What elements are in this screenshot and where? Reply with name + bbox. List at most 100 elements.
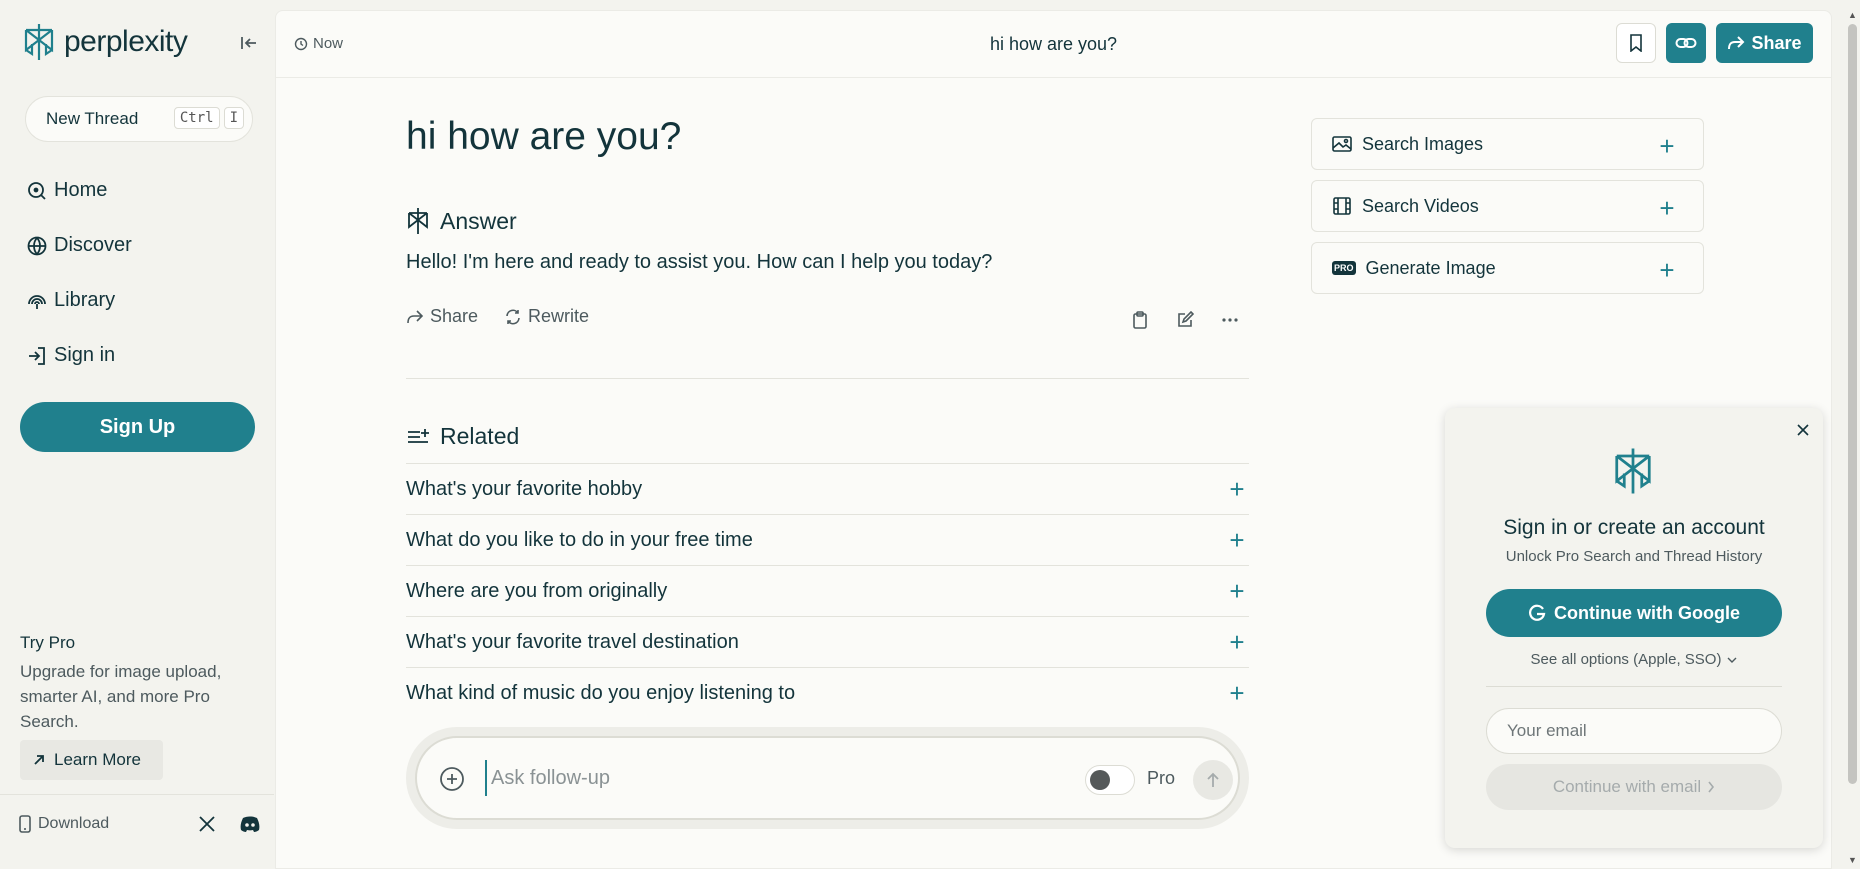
- popover-subtitle: Unlock Pro Search and Thread History: [1505, 548, 1763, 565]
- toggle-knob: [1090, 770, 1110, 790]
- attach-button[interactable]: [439, 766, 465, 792]
- plus-icon: +: [1229, 626, 1245, 657]
- refresh-icon: [504, 308, 522, 326]
- nav-library[interactable]: Library: [26, 289, 115, 312]
- share-arrow-icon: [406, 309, 424, 325]
- generate-image-card[interactable]: PRO Generate Image +: [1311, 242, 1704, 294]
- see-all-options-link[interactable]: See all options (Apple, SSO): [1445, 651, 1823, 668]
- discord-icon[interactable]: [239, 815, 261, 833]
- thread-question: hi how are you?: [406, 115, 682, 158]
- related-heading: Related: [406, 423, 519, 450]
- related-item[interactable]: What do you like to do in your free time…: [406, 514, 1249, 565]
- share-icon: [1727, 35, 1745, 51]
- nav-sign-in[interactable]: Sign in: [26, 344, 115, 367]
- plus-icon: +: [1229, 575, 1245, 606]
- globe-icon: [26, 235, 48, 257]
- share-answer-label: Share: [430, 306, 479, 326]
- new-thread-label: New Thread: [46, 109, 139, 128]
- rewrite-label: Rewrite: [528, 306, 590, 326]
- all-options-label: See all options (Apple, SSO): [1530, 651, 1722, 668]
- copy-button[interactable]: [1128, 308, 1152, 332]
- related-item[interactable]: What's your favorite hobby +: [406, 463, 1249, 514]
- scroll-down-arrow-icon[interactable]: ▼: [1848, 855, 1857, 865]
- try-pro-title: Try Pro: [20, 633, 76, 652]
- send-button[interactable]: [1193, 760, 1233, 800]
- learn-more-button[interactable]: Learn More: [20, 740, 163, 780]
- share-answer-button[interactable]: Share: [406, 306, 478, 327]
- edit-button[interactable]: [1173, 308, 1197, 332]
- pro-toggle[interactable]: [1085, 765, 1135, 795]
- perplexity-logo-icon: [22, 22, 56, 62]
- logo[interactable]: perplexity: [22, 22, 188, 62]
- related-item-label: What kind of music do you enjoy listenin…: [406, 681, 796, 704]
- bookmark-button[interactable]: [1616, 23, 1656, 63]
- related-item-label: Where are you from originally: [406, 579, 668, 602]
- image-icon: [1332, 135, 1352, 153]
- copy-link-button[interactable]: [1666, 23, 1706, 63]
- related-list-icon: [406, 427, 430, 447]
- followup-box: Pro: [415, 736, 1240, 820]
- email-field[interactable]: [1486, 708, 1782, 754]
- sign-in-popover: Sign in or create an account Unlock Pro …: [1445, 408, 1823, 848]
- answer-actions: Share Rewrite: [406, 306, 589, 327]
- related-item-label: What's your favorite travel destination: [406, 630, 739, 653]
- related-item[interactable]: What kind of music do you enjoy listenin…: [406, 667, 1249, 718]
- followup-input[interactable]: [485, 760, 1045, 796]
- film-icon: [1332, 197, 1352, 215]
- plus-icon: +: [1659, 255, 1675, 285]
- arrow-up-right-icon: [32, 753, 46, 767]
- scroll-thumb[interactable]: [1848, 24, 1857, 784]
- nav-library-label: Library: [54, 289, 116, 311]
- continue-with-email-button[interactable]: Continue with email: [1486, 764, 1782, 810]
- related-list: What's your favorite hobby + What do you…: [406, 463, 1249, 718]
- popover-title: Sign in or create an account: [1503, 516, 1765, 539]
- kbd-i: I: [223, 107, 244, 129]
- nav-home-label: Home: [54, 179, 108, 201]
- nav-discover[interactable]: Discover: [26, 234, 132, 257]
- generate-image-label: Generate Image: [1365, 257, 1496, 278]
- thread-title: hi how are you?: [989, 34, 1118, 54]
- plus-circle-icon: [439, 766, 465, 792]
- search-images-card[interactable]: Search Images +: [1311, 118, 1704, 170]
- share-thread-button[interactable]: Share: [1716, 23, 1813, 63]
- answer-heading: Answer: [406, 207, 517, 235]
- clipboard-icon: [1132, 311, 1148, 329]
- download-link[interactable]: Download: [18, 815, 109, 833]
- nav-sign-in-label: Sign in: [54, 344, 116, 366]
- kbd-ctrl: Ctrl: [173, 107, 220, 129]
- edit-icon: [1176, 311, 1194, 329]
- sign-up-button[interactable]: Sign Up: [20, 402, 255, 452]
- continue-with-google-button[interactable]: Continue with Google: [1486, 589, 1782, 637]
- perplexity-answer-icon: [406, 207, 430, 235]
- new-thread-button[interactable]: New Thread Ctrl I: [25, 96, 253, 142]
- google-icon: [1528, 604, 1546, 622]
- more-options-button[interactable]: [1218, 308, 1242, 332]
- sidebar: perplexity New Thread Ctrl I Home Discov…: [0, 0, 274, 869]
- related-item[interactable]: What's your favorite travel destination …: [406, 616, 1249, 667]
- thread-header: Now hi how are you? Share: [276, 11, 1831, 78]
- x-twitter-icon[interactable]: [198, 815, 216, 833]
- google-button-label: Continue with Google: [1554, 602, 1740, 623]
- more-horizontal-icon: [1222, 318, 1238, 322]
- plus-icon: +: [1229, 524, 1245, 555]
- chevron-right-icon: [1707, 781, 1715, 793]
- home-search-icon: [26, 180, 48, 202]
- pro-badge: PRO: [1332, 261, 1356, 275]
- scroll-up-arrow-icon[interactable]: ▲: [1848, 10, 1857, 20]
- rewrite-button[interactable]: Rewrite: [504, 306, 589, 327]
- bookmark-icon: [1629, 34, 1643, 52]
- nav-discover-label: Discover: [54, 234, 132, 256]
- popover-divider: [1486, 686, 1782, 687]
- close-button[interactable]: [1793, 420, 1813, 440]
- search-videos-card[interactable]: Search Videos +: [1311, 180, 1704, 232]
- related-item[interactable]: Where are you from originally +: [406, 565, 1249, 616]
- plus-icon: +: [1659, 193, 1675, 223]
- plus-icon: +: [1229, 677, 1245, 708]
- search-images-label: Search Images: [1362, 133, 1484, 154]
- collapse-sidebar-button[interactable]: [236, 32, 262, 54]
- link-icon: [1675, 35, 1697, 51]
- nav-home[interactable]: Home: [26, 179, 107, 202]
- chevron-down-icon: [1727, 656, 1737, 664]
- page-scrollbar[interactable]: ▲ ▼: [1845, 10, 1860, 869]
- search-videos-label: Search Videos: [1362, 195, 1479, 216]
